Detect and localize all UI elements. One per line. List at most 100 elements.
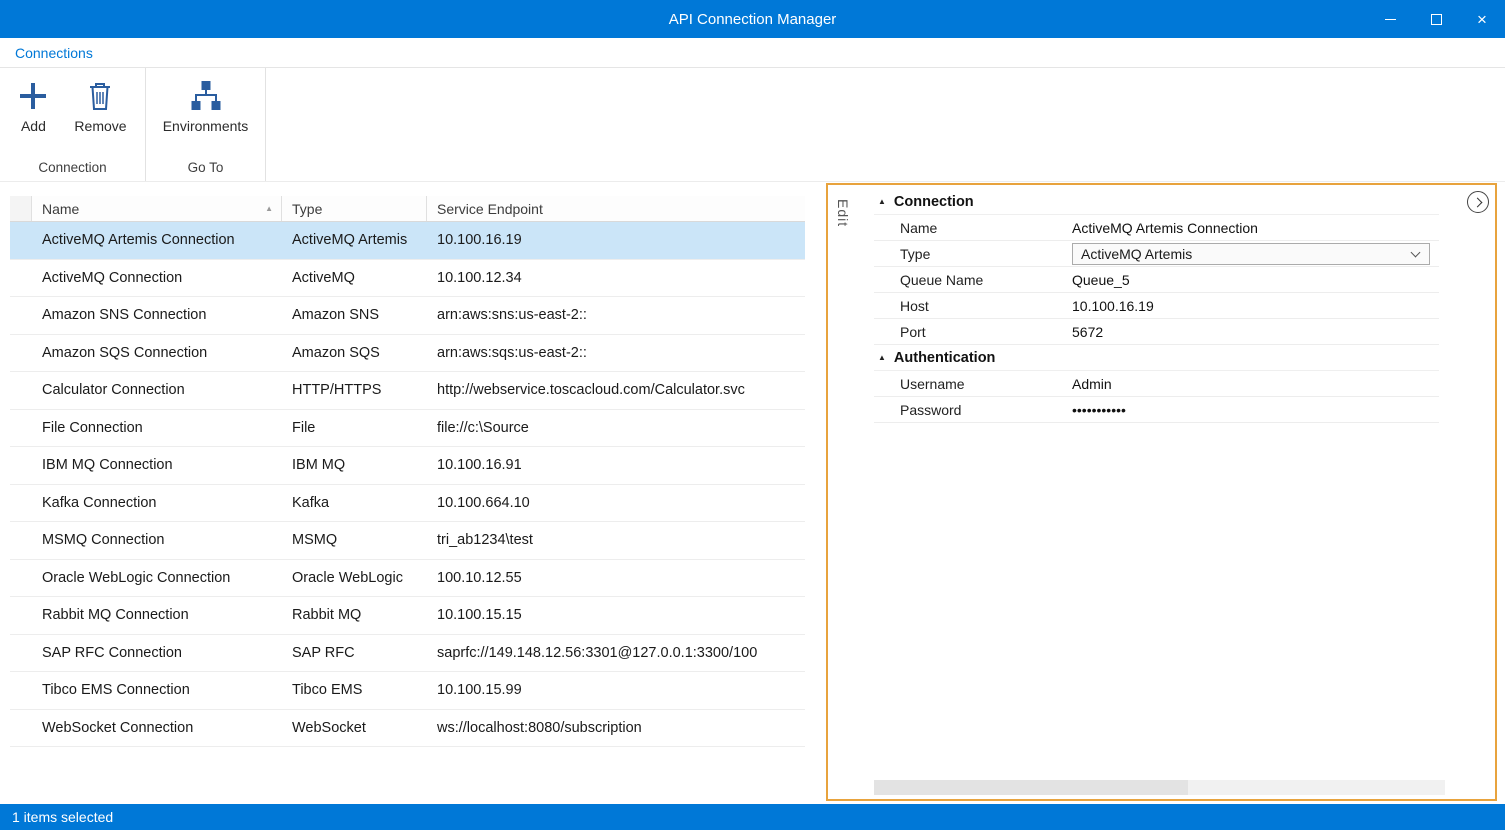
- chevron-down-icon: [1411, 247, 1421, 257]
- cell-type: HTTP/HTTPS: [282, 382, 427, 398]
- row-gutter[interactable]: [10, 485, 32, 522]
- field-row-name: Name ActiveMQ Artemis Connection: [874, 215, 1439, 241]
- host-field[interactable]: 10.100.16.19: [1072, 298, 1439, 314]
- row-gutter[interactable]: [10, 672, 32, 709]
- table-row[interactable]: Amazon SNS Connection Amazon SNS arn:aws…: [10, 297, 805, 335]
- cell-name: Calculator Connection: [32, 382, 282, 398]
- remove-button[interactable]: Remove: [68, 76, 132, 136]
- add-button-label: Add: [21, 118, 46, 134]
- table-row[interactable]: WebSocket Connection WebSocket ws://loca…: [10, 710, 805, 748]
- field-label: Password: [874, 402, 1072, 418]
- window-title: API Connection Manager: [0, 11, 1505, 28]
- table-row[interactable]: Oracle WebLogic Connection Oracle WebLog…: [10, 560, 805, 598]
- close-button[interactable]: ×: [1459, 0, 1505, 38]
- table-row[interactable]: Amazon SQS Connection Amazon SQS arn:aws…: [10, 335, 805, 373]
- row-gutter[interactable]: [10, 710, 32, 747]
- close-icon: ×: [1477, 11, 1487, 28]
- cell-endpoint: 10.100.664.10: [427, 495, 805, 511]
- name-field[interactable]: ActiveMQ Artemis Connection: [1072, 220, 1439, 236]
- row-gutter[interactable]: [10, 260, 32, 297]
- row-gutter[interactable]: [10, 522, 32, 559]
- field-label: Name: [874, 220, 1072, 236]
- table-row[interactable]: Tibco EMS Connection Tibco EMS 10.100.15…: [10, 672, 805, 710]
- field-label: Host: [874, 298, 1072, 314]
- cell-endpoint: http://webservice.toscacloud.com/Calcula…: [427, 382, 805, 398]
- minimize-button[interactable]: [1367, 0, 1413, 38]
- cell-endpoint: 10.100.16.19: [427, 232, 805, 248]
- password-field[interactable]: •••••••••••: [1072, 402, 1439, 418]
- table-row[interactable]: Rabbit MQ Connection Rabbit MQ 10.100.15…: [10, 597, 805, 635]
- chevron-right-icon: [1472, 197, 1482, 207]
- table-row[interactable]: Kafka Connection Kafka 10.100.664.10: [10, 485, 805, 523]
- field-row-host: Host 10.100.16.19: [874, 293, 1439, 319]
- cell-name: Amazon SNS Connection: [32, 307, 282, 323]
- add-icon: [18, 78, 48, 114]
- minimize-icon: [1385, 19, 1396, 20]
- add-button[interactable]: Add: [12, 76, 54, 136]
- queue-name-field[interactable]: Queue_5: [1072, 272, 1439, 288]
- selection-count-text: 1 items selected: [12, 809, 113, 825]
- environments-button[interactable]: Environments: [157, 76, 255, 136]
- username-field[interactable]: Admin: [1072, 376, 1439, 392]
- port-field[interactable]: 5672: [1072, 324, 1439, 340]
- cell-endpoint: saprfc://149.148.12.56:3301@127.0.0.1:33…: [427, 645, 805, 661]
- section-header-authentication[interactable]: ▲ Authentication: [874, 345, 1439, 371]
- type-dropdown[interactable]: ActiveMQ Artemis: [1072, 243, 1430, 265]
- scrollbar-thumb[interactable]: [874, 780, 1188, 795]
- header-gutter[interactable]: [10, 196, 32, 221]
- table-row[interactable]: IBM MQ Connection IBM MQ 10.100.16.91: [10, 447, 805, 485]
- title-bar: API Connection Manager ×: [0, 0, 1505, 38]
- expander-triangle-icon[interactable]: ▲: [878, 353, 886, 362]
- edit-panel-label: Edit: [835, 199, 851, 227]
- edit-panel-content: ▲ Connection Name ActiveMQ Artemis Conne…: [874, 189, 1439, 423]
- collapse-panel-button[interactable]: [1467, 191, 1489, 213]
- cell-name: SAP RFC Connection: [32, 645, 282, 661]
- section-header-connection[interactable]: ▲ Connection: [874, 189, 1439, 215]
- cell-type: Oracle WebLogic: [282, 570, 427, 586]
- row-gutter[interactable]: [10, 560, 32, 597]
- ribbon: Add Remove Connection: [0, 68, 1505, 182]
- row-gutter[interactable]: [10, 222, 32, 259]
- field-row-type: Type ActiveMQ Artemis: [874, 241, 1439, 267]
- cell-name: IBM MQ Connection: [32, 457, 282, 473]
- column-header-type[interactable]: Type: [282, 196, 427, 221]
- column-header-endpoint-label: Service Endpoint: [437, 201, 543, 217]
- field-label: Port: [874, 324, 1072, 340]
- row-gutter[interactable]: [10, 297, 32, 334]
- cell-endpoint: 100.10.12.55: [427, 570, 805, 586]
- remove-button-label: Remove: [74, 118, 126, 134]
- expander-triangle-icon[interactable]: ▲: [878, 197, 886, 206]
- table-row[interactable]: SAP RFC Connection SAP RFC saprfc://149.…: [10, 635, 805, 673]
- cell-type: Kafka: [282, 495, 427, 511]
- cell-name: MSMQ Connection: [32, 532, 282, 548]
- row-gutter[interactable]: [10, 372, 32, 409]
- cell-name: WebSocket Connection: [32, 720, 282, 736]
- row-gutter[interactable]: [10, 447, 32, 484]
- table-row[interactable]: ActiveMQ Artemis Connection ActiveMQ Art…: [10, 222, 805, 260]
- status-bar: 1 items selected: [0, 804, 1505, 830]
- table-row[interactable]: File Connection File file://c:\Source: [10, 410, 805, 448]
- field-row-queue-name: Queue Name Queue_5: [874, 267, 1439, 293]
- maximize-button[interactable]: [1413, 0, 1459, 38]
- ribbon-group-connection: Add Remove Connection: [0, 68, 146, 181]
- cell-type: IBM MQ: [282, 457, 427, 473]
- cell-name: ActiveMQ Connection: [32, 270, 282, 286]
- cell-endpoint: tri_ab1234\test: [427, 532, 805, 548]
- column-header-name[interactable]: Name ▲: [32, 196, 282, 221]
- row-gutter[interactable]: [10, 335, 32, 372]
- column-header-endpoint[interactable]: Service Endpoint: [427, 196, 805, 221]
- field-label: Username: [874, 376, 1072, 392]
- row-gutter[interactable]: [10, 410, 32, 447]
- horizontal-scrollbar[interactable]: [874, 780, 1445, 795]
- table-row[interactable]: Calculator Connection HTTP/HTTPS http://…: [10, 372, 805, 410]
- cell-type: ActiveMQ Artemis: [282, 232, 427, 248]
- edit-panel: Edit ▲ Connection Name ActiveMQ Artemis …: [826, 183, 1497, 801]
- table-row[interactable]: ActiveMQ Connection ActiveMQ 10.100.12.3…: [10, 260, 805, 298]
- row-gutter[interactable]: [10, 635, 32, 672]
- trash-icon: [86, 78, 114, 114]
- sort-ascending-icon: ▲: [265, 204, 273, 213]
- tab-connections[interactable]: Connections: [15, 45, 93, 61]
- table-row[interactable]: MSMQ Connection MSMQ tri_ab1234\test: [10, 522, 805, 560]
- cell-type: Amazon SQS: [282, 345, 427, 361]
- row-gutter[interactable]: [10, 597, 32, 634]
